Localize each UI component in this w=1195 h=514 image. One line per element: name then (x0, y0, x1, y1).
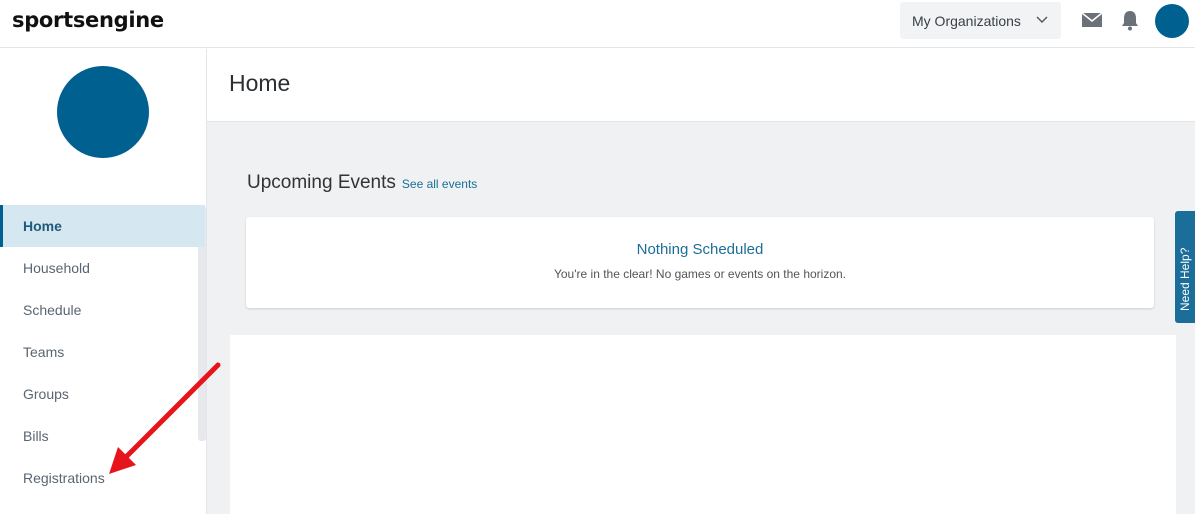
need-help-tab[interactable]: Need Help? (1175, 211, 1195, 323)
sidebar-item-household[interactable]: Household (0, 247, 198, 289)
content-panel (230, 335, 1176, 514)
upcoming-events-heading: Upcoming Events See all events (247, 172, 477, 194)
top-header: sportsengine My Organizations (0, 0, 1195, 48)
sportsengine-logo[interactable]: sportsengine (12, 6, 164, 34)
my-organizations-label: My Organizations (912, 12, 1021, 29)
empty-state-title: Nothing Scheduled (636, 241, 764, 258)
empty-state-message: You're in the clear! No games or events … (553, 267, 847, 281)
chevron-down-icon (1036, 16, 1048, 23)
bell-icon[interactable] (1119, 9, 1141, 31)
user-avatar[interactable] (1155, 4, 1189, 38)
mail-icon[interactable] (1082, 12, 1102, 28)
need-help-label: Need Help? (1178, 247, 1192, 311)
annotation-arrow-icon (109, 362, 221, 474)
upcoming-events-title: Upcoming Events (247, 172, 396, 193)
main-content: Home Upcoming Events See all events Noth… (207, 49, 1195, 514)
upcoming-events-card: Nothing Scheduled You're in the clear! N… (246, 217, 1154, 308)
sidebar-item-home[interactable]: Home (0, 205, 205, 247)
page-title: Home (229, 70, 291, 96)
profile-avatar[interactable] (57, 66, 149, 158)
page-header: Home (207, 49, 1195, 122)
my-organizations-dropdown[interactable]: My Organizations (900, 2, 1061, 39)
see-all-events-link[interactable]: See all events (402, 177, 477, 191)
sidebar-item-schedule[interactable]: Schedule (0, 289, 198, 331)
